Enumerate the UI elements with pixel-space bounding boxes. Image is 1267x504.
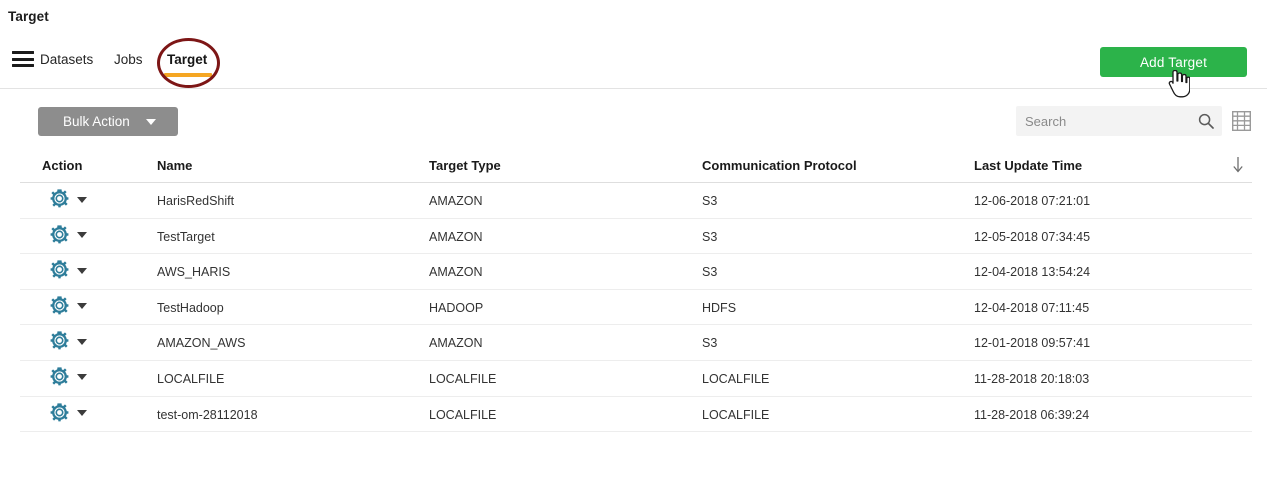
gear-icon[interactable] xyxy=(50,402,69,422)
nav-tab-target-label: Target xyxy=(167,52,208,67)
page-title: Target xyxy=(8,9,49,24)
target-page: Target Datasets Jobs Target Add Target B… xyxy=(0,0,1267,504)
nav-tab-jobs[interactable]: Jobs xyxy=(114,52,143,67)
chevron-down-icon[interactable] xyxy=(77,232,87,239)
cell-last-update-time: 12-04-2018 07:11:45 xyxy=(974,300,1090,315)
row-action-controls[interactable] xyxy=(50,367,87,386)
cell-name: TestTarget xyxy=(157,229,215,244)
sort-descending-arrow-icon[interactable] xyxy=(1232,156,1244,174)
cell-name: HarisRedShift xyxy=(157,194,235,208)
gear-icon[interactable] xyxy=(50,367,69,386)
row-action-controls[interactable] xyxy=(50,402,87,422)
search-input[interactable] xyxy=(1016,106,1194,136)
gear-icon[interactable] xyxy=(50,260,69,279)
active-tab-underline xyxy=(164,73,212,77)
nav-tab-jobs-label: Jobs xyxy=(114,52,143,67)
cell-communication-protocol: HDFS xyxy=(702,300,737,315)
column-header-name[interactable]: Name xyxy=(157,158,192,173)
cell-communication-protocol: S3 xyxy=(702,265,718,280)
cell-last-update-time: 12-05-2018 07:34:45 xyxy=(974,229,1091,244)
table-row[interactable]: AWS_HARIS AMAZON S3 12-04-2018 13:54:24 xyxy=(20,254,1252,290)
row-action-controls[interactable] xyxy=(50,296,87,315)
cell-target-type: AMAZON xyxy=(429,336,483,351)
chevron-down-icon[interactable] xyxy=(77,267,87,274)
cell-last-update-time: 11-28-2018 06:39:24 xyxy=(974,407,1090,422)
nav-tab-datasets[interactable]: Datasets xyxy=(40,52,93,67)
row-action-controls[interactable] xyxy=(50,331,87,350)
column-header-communication-protocol[interactable]: Communication Protocol xyxy=(702,158,857,173)
add-target-button[interactable]: Add Target xyxy=(1100,47,1247,77)
gear-icon[interactable] xyxy=(50,296,69,315)
cell-name: AMAZON_AWS xyxy=(157,336,246,351)
bulk-action-button[interactable]: Bulk Action xyxy=(38,107,178,136)
table-row[interactable]: test-om-28112018 LOCALFILE LOCALFILE 11-28-… xyxy=(20,397,1252,433)
cell-communication-protocol: S3 xyxy=(702,194,718,208)
column-header-target-type[interactable]: Target Type xyxy=(429,158,501,173)
nav-tab-datasets-label: Datasets xyxy=(40,52,94,67)
cell-target-type: AMAZON xyxy=(429,194,483,208)
hamburger-menu-icon[interactable] xyxy=(12,51,34,67)
table-row[interactable]: LOCALFILE LOCALFILE LOCALFILE 11-28-2018 20… xyxy=(20,361,1252,397)
table-grid-view-icon[interactable] xyxy=(1231,110,1252,132)
search-box[interactable] xyxy=(1016,106,1222,136)
gear-icon[interactable] xyxy=(50,225,69,244)
nav-tab-target[interactable]: Target xyxy=(164,52,212,77)
gear-icon[interactable] xyxy=(50,331,69,350)
cell-name: AWS_HARIS xyxy=(157,265,231,280)
gear-icon[interactable] xyxy=(50,189,69,208)
row-action-controls[interactable] xyxy=(50,189,87,208)
cell-last-update-time: 12-04-2018 13:54:24 xyxy=(974,265,1091,280)
table-row[interactable]: TestTarget AMAZON S3 12-05-2018 07:34:45 xyxy=(20,219,1252,255)
cell-communication-protocol: LOCALFILE xyxy=(702,371,770,386)
cell-communication-protocol: LOCALFILE xyxy=(702,407,770,422)
chevron-down-icon[interactable] xyxy=(77,303,87,310)
cell-communication-protocol: S3 xyxy=(702,229,718,244)
column-header-action[interactable]: Action xyxy=(42,158,82,173)
column-header-last-update-time[interactable]: Last Update Time xyxy=(974,158,1082,173)
chevron-down-icon[interactable] xyxy=(77,374,87,381)
table-row[interactable]: AMAZON_AWS AMAZON S3 12-01-2018 09:57:41 xyxy=(20,325,1252,361)
cell-name: TestHadoop xyxy=(157,300,224,315)
search-icon[interactable] xyxy=(1198,113,1214,129)
chevron-down-icon[interactable] xyxy=(77,196,87,203)
table-row[interactable]: TestHadoop HADOOP HDFS 12-04-2018 07:11:45 xyxy=(20,290,1252,326)
cell-target-type: LOCALFILE xyxy=(429,407,497,422)
row-action-controls[interactable] xyxy=(50,260,87,279)
cell-name: LOCALFILE xyxy=(157,371,225,386)
cell-target-type: AMAZON xyxy=(429,265,483,280)
chevron-down-icon[interactable] xyxy=(77,338,87,345)
cell-target-type: HADOOP xyxy=(429,300,484,315)
table-row[interactable]: HarisRedShift AMAZON S3 12-06-2018 07:21:01 xyxy=(20,183,1252,219)
cell-last-update-time: 12-06-2018 07:21:01 xyxy=(974,194,1091,208)
table-body: HarisRedShift AMAZON S3 12-06-2018 07:21:01… xyxy=(20,183,1252,433)
cell-communication-protocol: S3 xyxy=(702,336,718,351)
cell-last-update-time: 12-01-2018 09:57:41 xyxy=(974,336,1091,351)
targets-table: Action Name Target Type Communication Pr… xyxy=(20,148,1252,433)
cell-target-type: AMAZON xyxy=(429,229,483,244)
table-header-row: Action Name Target Type Communication Pr… xyxy=(20,148,1252,183)
cell-last-update-time: 11-28-2018 20:18:03 xyxy=(974,371,1090,386)
cell-name: test-om-28112018 xyxy=(157,407,258,422)
chevron-down-icon[interactable] xyxy=(77,410,87,417)
row-action-controls[interactable] xyxy=(50,225,87,244)
cell-target-type: LOCALFILE xyxy=(429,371,497,386)
